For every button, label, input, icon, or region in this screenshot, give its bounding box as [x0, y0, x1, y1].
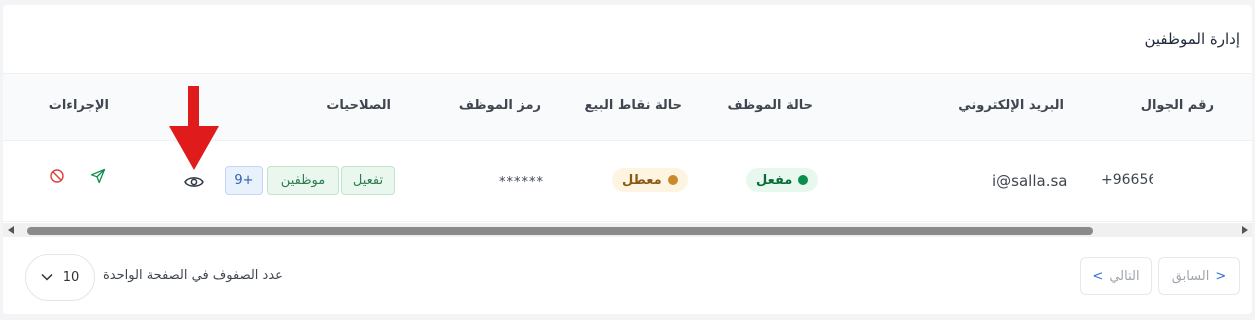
horizontal-scrollbar[interactable] [3, 223, 1252, 237]
chevron-down-icon [41, 270, 53, 285]
col-permissions: الصلاحيات [326, 98, 391, 113]
scrollbar-thumb[interactable] [27, 227, 1093, 235]
pos-status-text: معطل [622, 172, 662, 188]
cell-employee-code: ****** [499, 175, 544, 190]
scroll-right-icon[interactable] [1242, 226, 1248, 234]
cell-email: i@salla.sa [992, 172, 1068, 190]
previous-label: السابق [1171, 268, 1210, 284]
rows-per-page-label: عدد الصفوف في الصفحة الواحدة [103, 268, 283, 283]
previous-page-button[interactable]: < السابق [1158, 257, 1240, 295]
next-label: التالي [1109, 268, 1140, 284]
col-email: البريد الإلكتروني [958, 98, 1064, 113]
permissions-more-badge[interactable]: 9+ [225, 166, 263, 195]
rows-per-page-select[interactable]: 10 [25, 254, 95, 301]
red-arrow-icon [169, 86, 219, 174]
col-employee-status: حالة الموظف [727, 98, 813, 113]
rows-per-page-value: 10 [62, 270, 80, 285]
scroll-left-icon[interactable] [8, 226, 14, 234]
employee-status-text: مفعل [756, 172, 793, 188]
next-page-button[interactable]: التالي > [1080, 257, 1152, 295]
cell-mobile: +96656 [1101, 172, 1153, 188]
status-dot [667, 175, 678, 185]
permission-tag: تفعيل [341, 166, 395, 195]
block-icon[interactable] [49, 168, 65, 188]
status-dot [798, 175, 809, 185]
eye-icon[interactable] [184, 174, 204, 194]
permission-tag: موظفين [267, 166, 339, 195]
col-pos-status: حالة نقاط البيع [584, 98, 682, 113]
pos-status-badge: معطل [612, 168, 688, 192]
col-employee-code: رمز الموظف [458, 98, 541, 113]
col-mobile: رقم الجوال [1140, 98, 1214, 113]
col-actions: الإجراءات [48, 98, 109, 113]
chevron-left-icon: < [1215, 268, 1227, 284]
page-title: إدارة الموظفين [1144, 30, 1240, 48]
chevron-right-icon: > [1092, 268, 1104, 284]
employee-status-badge: مفعل [746, 168, 819, 192]
employees-card: إدارة الموظفين رقم الجوال البريد الإلكتر… [3, 5, 1252, 314]
send-icon[interactable] [90, 168, 106, 188]
